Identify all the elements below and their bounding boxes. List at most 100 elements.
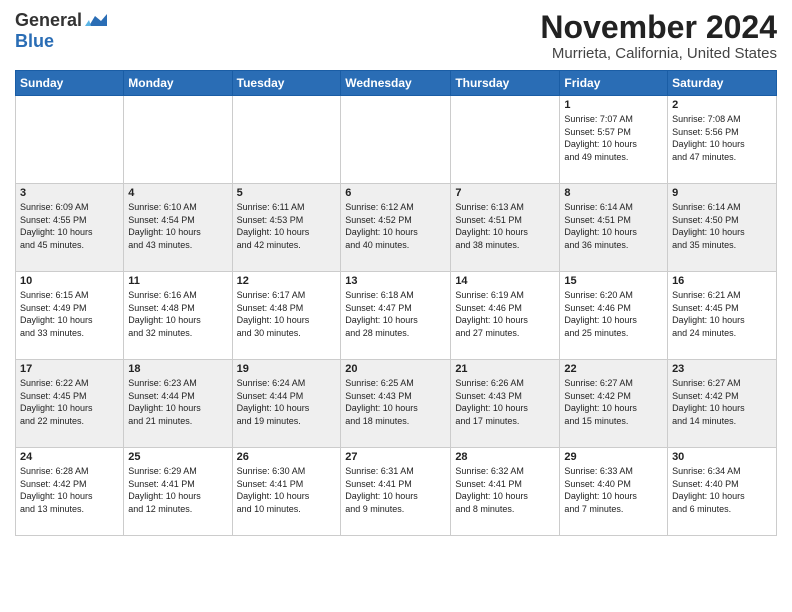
day-info: Sunrise: 6:30 AM Sunset: 4:41 PM Dayligh…	[237, 466, 310, 514]
day-info: Sunrise: 6:24 AM Sunset: 4:44 PM Dayligh…	[237, 378, 310, 426]
table-row	[232, 96, 341, 184]
calendar-week-row: 1 Sunrise: 7:07 AM Sunset: 5:57 PM Daylig…	[16, 96, 777, 184]
col-saturday: Saturday	[668, 71, 777, 96]
day-info: Sunrise: 6:11 AM Sunset: 4:53 PM Dayligh…	[237, 202, 310, 250]
table-row	[124, 96, 232, 184]
day-info: Sunrise: 6:20 AM Sunset: 4:46 PM Dayligh…	[564, 290, 637, 338]
day-number: 9	[672, 187, 772, 199]
calendar-week-row: 17 Sunrise: 6:22 AM Sunset: 4:45 PM Dayli…	[16, 360, 777, 448]
day-info: Sunrise: 6:10 AM Sunset: 4:54 PM Dayligh…	[128, 202, 201, 250]
day-info: Sunrise: 6:14 AM Sunset: 4:50 PM Dayligh…	[672, 202, 745, 250]
table-row: 30 Sunrise: 6:34 AM Sunset: 4:40 PM Dayli…	[668, 448, 777, 536]
table-row	[16, 96, 124, 184]
day-number: 20	[345, 363, 446, 375]
day-number: 4	[128, 187, 227, 199]
day-info: Sunrise: 6:25 AM Sunset: 4:43 PM Dayligh…	[345, 378, 418, 426]
table-row: 20 Sunrise: 6:25 AM Sunset: 4:43 PM Dayli…	[341, 360, 451, 448]
table-row: 15 Sunrise: 6:20 AM Sunset: 4:46 PM Dayli…	[560, 272, 668, 360]
day-info: Sunrise: 6:21 AM Sunset: 4:45 PM Dayligh…	[672, 290, 745, 338]
table-row: 24 Sunrise: 6:28 AM Sunset: 4:42 PM Dayli…	[16, 448, 124, 536]
day-number: 15	[564, 275, 663, 287]
table-row: 26Sunrise: 6:30 AM Sunset: 4:41 PM Dayli…	[232, 448, 341, 536]
calendar-table: Sunday Monday Tuesday Wednesday Thursday…	[15, 70, 777, 536]
day-number: 30	[672, 451, 772, 463]
day-number: 24	[20, 451, 119, 463]
table-row	[341, 96, 451, 184]
day-number: 29	[564, 451, 663, 463]
table-row: 1 Sunrise: 7:07 AM Sunset: 5:57 PM Daylig…	[560, 96, 668, 184]
table-row: 29 Sunrise: 6:33 AM Sunset: 4:40 PM Dayli…	[560, 448, 668, 536]
day-info: Sunrise: 6:19 AM Sunset: 4:46 PM Dayligh…	[455, 290, 528, 338]
day-info: Sunrise: 6:09 AM Sunset: 4:55 PM Dayligh…	[20, 202, 93, 250]
day-info: Sunrise: 6:28 AM Sunset: 4:42 PM Dayligh…	[20, 466, 93, 514]
day-info: Sunrise: 6:22 AM Sunset: 4:45 PM Dayligh…	[20, 378, 93, 426]
page: General Blue November 2024 Murrieta, Cal…	[0, 0, 792, 546]
table-row: 16 Sunrise: 6:21 AM Sunset: 4:45 PM Dayli…	[668, 272, 777, 360]
table-row: 19Sunrise: 6:24 AM Sunset: 4:44 PM Dayli…	[232, 360, 341, 448]
logo-bird-icon	[85, 12, 107, 30]
table-row: 14 Sunrise: 6:19 AM Sunset: 4:46 PM Dayli…	[451, 272, 560, 360]
day-info: Sunrise: 7:07 AM Sunset: 5:57 PM Dayligh…	[564, 114, 637, 162]
day-info: Sunrise: 6:18 AM Sunset: 4:47 PM Dayligh…	[345, 290, 418, 338]
day-info: Sunrise: 6:34 AM Sunset: 4:40 PM Dayligh…	[672, 466, 745, 514]
col-monday: Monday	[124, 71, 232, 96]
calendar-week-row: 24 Sunrise: 6:28 AM Sunset: 4:42 PM Dayli…	[16, 448, 777, 536]
day-info: Sunrise: 6:32 AM Sunset: 4:41 PM Dayligh…	[455, 466, 528, 514]
day-number: 13	[345, 275, 446, 287]
day-number: 3	[20, 187, 119, 199]
table-row: 18 Sunrise: 6:23 AM Sunset: 4:44 PM Dayli…	[124, 360, 232, 448]
logo-general: General	[15, 10, 82, 31]
logo: General Blue	[15, 10, 107, 52]
table-row: 6Sunrise: 6:12 AM Sunset: 4:52 PM Daylig…	[341, 184, 451, 272]
table-row	[451, 96, 560, 184]
day-number: 1	[564, 99, 663, 111]
table-row: 4 Sunrise: 6:10 AM Sunset: 4:54 PM Daylig…	[124, 184, 232, 272]
table-row: 12 Sunrise: 6:17 AM Sunset: 4:48 PM Dayli…	[232, 272, 341, 360]
col-friday: Friday	[560, 71, 668, 96]
day-number: 12	[237, 275, 337, 287]
page-subtitle: Murrieta, California, United States	[540, 45, 777, 62]
day-number: 6	[345, 187, 446, 199]
day-number: 23	[672, 363, 772, 375]
table-row: 7Sunrise: 6:13 AM Sunset: 4:51 PM Daylig…	[451, 184, 560, 272]
page-title: November 2024	[540, 10, 777, 45]
col-tuesday: Tuesday	[232, 71, 341, 96]
day-info: Sunrise: 6:17 AM Sunset: 4:48 PM Dayligh…	[237, 290, 310, 338]
table-row: 22Sunrise: 6:27 AM Sunset: 4:42 PM Dayli…	[560, 360, 668, 448]
table-row: 2Sunrise: 7:08 AM Sunset: 5:56 PM Daylig…	[668, 96, 777, 184]
day-info: Sunrise: 6:16 AM Sunset: 4:48 PM Dayligh…	[128, 290, 201, 338]
title-area: November 2024 Murrieta, California, Unit…	[540, 10, 777, 62]
day-number: 18	[128, 363, 227, 375]
table-row: 27Sunrise: 6:31 AM Sunset: 4:41 PM Dayli…	[341, 448, 451, 536]
day-number: 10	[20, 275, 119, 287]
day-number: 14	[455, 275, 555, 287]
day-info: Sunrise: 6:23 AM Sunset: 4:44 PM Dayligh…	[128, 378, 201, 426]
col-wednesday: Wednesday	[341, 71, 451, 96]
table-row: 5Sunrise: 6:11 AM Sunset: 4:53 PM Daylig…	[232, 184, 341, 272]
table-row: 9 Sunrise: 6:14 AM Sunset: 4:50 PM Daylig…	[668, 184, 777, 272]
table-row: 10 Sunrise: 6:15 AM Sunset: 4:49 PM Dayli…	[16, 272, 124, 360]
table-row: 3 Sunrise: 6:09 AM Sunset: 4:55 PM Daylig…	[16, 184, 124, 272]
day-info: Sunrise: 6:33 AM Sunset: 4:40 PM Dayligh…	[564, 466, 637, 514]
table-row: 21 Sunrise: 6:26 AM Sunset: 4:43 PM Dayli…	[451, 360, 560, 448]
table-row: 17 Sunrise: 6:22 AM Sunset: 4:45 PM Dayli…	[16, 360, 124, 448]
day-number: 21	[455, 363, 555, 375]
day-number: 16	[672, 275, 772, 287]
table-row: 13 Sunrise: 6:18 AM Sunset: 4:47 PM Dayli…	[341, 272, 451, 360]
day-info: Sunrise: 6:31 AM Sunset: 4:41 PM Dayligh…	[345, 466, 418, 514]
day-number: 8	[564, 187, 663, 199]
day-info: Sunrise: 6:27 AM Sunset: 4:42 PM Dayligh…	[564, 378, 637, 426]
calendar-week-row: 3 Sunrise: 6:09 AM Sunset: 4:55 PM Daylig…	[16, 184, 777, 272]
day-info: Sunrise: 6:14 AM Sunset: 4:51 PM Dayligh…	[564, 202, 637, 250]
header: General Blue November 2024 Murrieta, Cal…	[15, 10, 777, 62]
table-row: 23Sunrise: 6:27 AM Sunset: 4:42 PM Dayli…	[668, 360, 777, 448]
day-info: Sunrise: 6:15 AM Sunset: 4:49 PM Dayligh…	[20, 290, 93, 338]
col-thursday: Thursday	[451, 71, 560, 96]
table-row: 11 Sunrise: 6:16 AM Sunset: 4:48 PM Dayli…	[124, 272, 232, 360]
day-info: Sunrise: 6:26 AM Sunset: 4:43 PM Dayligh…	[455, 378, 528, 426]
day-number: 17	[20, 363, 119, 375]
logo-blue: Blue	[15, 31, 54, 52]
day-number: 25	[128, 451, 227, 463]
day-number: 11	[128, 275, 227, 287]
day-info: Sunrise: 6:29 AM Sunset: 4:41 PM Dayligh…	[128, 466, 201, 514]
